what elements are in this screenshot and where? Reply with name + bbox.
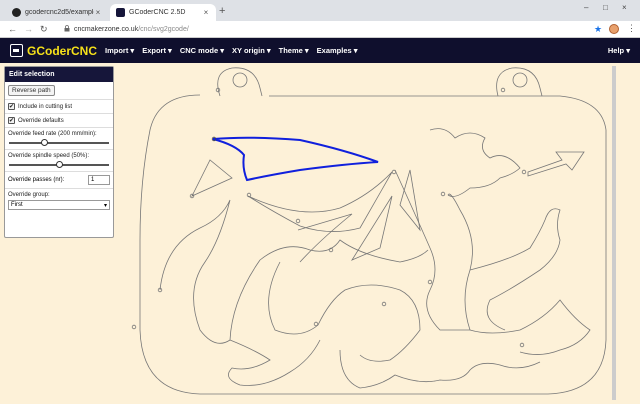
feed-rate-slider[interactable] [8,139,110,146]
left-hanging-tab [217,67,263,97]
spindle-speed-label: Override spindle speed (50%): [8,153,90,159]
passes-input[interactable]: 1 [88,175,110,185]
include-cutting-checkbox[interactable]: ✔ Include in cutting list [8,103,110,110]
panel-title: Edit selection [5,67,113,82]
spindle-speed-slider[interactable] [8,161,110,168]
wing-stripe-3 [399,169,421,232]
edit-selection-panel: Edit selection Reverse path ✔ Include in… [4,66,114,238]
selected-path [212,136,379,182]
lower-body [268,261,421,362]
override-group-label: Override group: [8,192,50,198]
front-leg [469,208,561,331]
tongue-arrow [527,151,585,177]
rear-leg-right [339,349,541,389]
slider-thumb[interactable] [41,139,48,146]
override-group-select[interactable]: First ▾ [8,200,110,210]
checkbox-checked-icon: ✔ [8,103,15,110]
slider-thumb[interactable] [56,161,63,168]
reverse-path-button[interactable]: Reverse path [8,85,55,96]
wing-stripe-1 [297,213,353,263]
right-hole [512,72,528,88]
feed-rate-label: Override feed rate (200 mm/min): [8,131,97,137]
include-cutting-label: Include in cutting list [18,103,73,110]
wing-part-left [191,159,233,197]
left-hole [232,72,248,88]
wing-stripe-2 [350,195,393,261]
passes-label: Override passes (nr): [8,177,65,183]
override-defaults-checkbox[interactable]: ✔ Override defaults [8,117,110,124]
slider-track [9,142,109,144]
dragon-body [159,199,429,344]
checkbox-checked-icon: ✔ [8,117,15,124]
override-defaults-label: Override defaults [18,117,64,124]
dragon-head [429,128,521,197]
wing-part-middle [247,171,393,232]
claw-right [469,299,591,355]
plaque-outline [139,94,607,395]
rear-leg-left [228,339,321,386]
chevron-down-icon: ▾ [103,202,107,209]
select-value: First [11,202,23,208]
